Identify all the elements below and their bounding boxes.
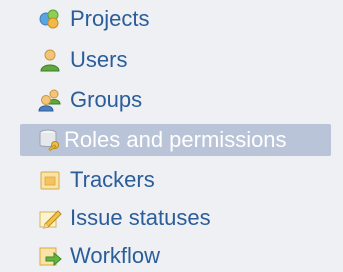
menu-item-label: Roles and permissions [64,127,287,152]
menu-item-groups[interactable]: Groups [20,84,142,116]
menu-item-workflow[interactable]: Workflow [20,240,160,272]
menu-item-trackers[interactable]: Trackers [20,164,155,196]
menu-item-label: Users [70,47,128,72]
arrow-right-icon [39,247,62,267]
menu-item-roles-and-permissions[interactable]: Roles and permissions [20,124,331,156]
menu-item-users[interactable]: Users [20,44,127,76]
admin-menu: Projects Users Groups Roles and permissi… [0,0,343,271]
pencil-note-icon [39,210,62,229]
menu-item-label: Trackers [70,167,155,192]
group-icon [38,89,61,112]
ticket-icon [40,171,60,190]
user-icon [40,49,60,72]
menu-item-label: Groups [70,87,143,112]
menu-item-projects[interactable]: Projects [20,3,149,35]
menu-item-issue-statuses[interactable]: Issue statuses [20,202,211,234]
database-key-icon [39,129,59,152]
menu-item-label: Workflow [70,243,161,268]
menu-item-label: Issue statuses [70,205,211,230]
projects-icon [39,9,59,29]
menu-item-label: Projects [70,6,150,31]
